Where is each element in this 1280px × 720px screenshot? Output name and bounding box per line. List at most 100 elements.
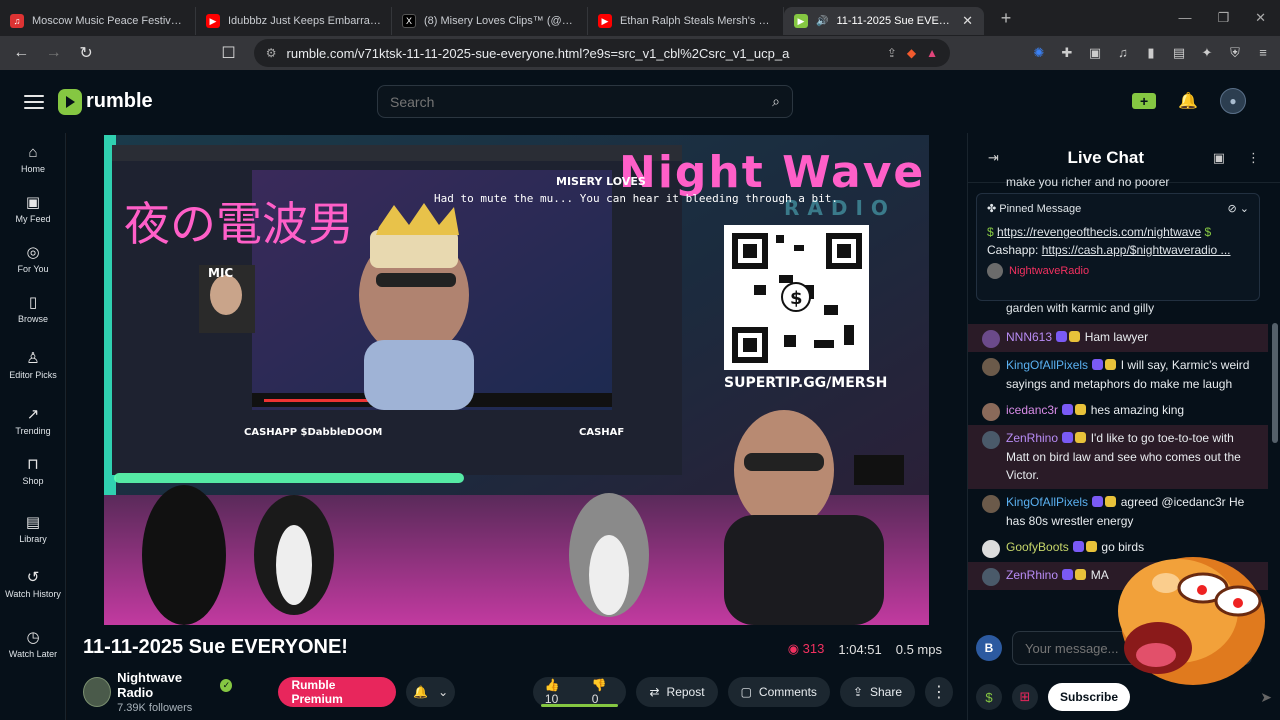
chat-username[interactable]: GoofyBoots bbox=[1006, 540, 1069, 554]
close-window-icon[interactable]: ✕ bbox=[1255, 10, 1266, 26]
nav-item-my-feed[interactable]: ▣ My Feed bbox=[0, 185, 66, 235]
comments-button[interactable]: ▢ Comments bbox=[727, 677, 830, 707]
supporter-badge-icon bbox=[1105, 495, 1117, 507]
hide-icon[interactable]: ⊘ bbox=[1228, 203, 1237, 215]
rumble-logo[interactable]: rumble bbox=[58, 88, 153, 115]
search-icon[interactable]: ⌕ bbox=[772, 93, 780, 110]
channel-avatar[interactable] bbox=[83, 677, 112, 707]
share-label: Share bbox=[870, 685, 903, 699]
media-icon[interactable]: ♫ bbox=[1114, 45, 1132, 61]
nav-item-browse[interactable]: ▯ Browse bbox=[0, 285, 66, 335]
maximize-icon[interactable]: ❐ bbox=[1217, 10, 1229, 26]
share-button[interactable]: ⇪ Share bbox=[839, 677, 916, 707]
chat-username[interactable]: ZenRhino bbox=[1006, 568, 1058, 582]
chat-message-body: NNN613 Ham lawyer bbox=[1006, 328, 1148, 348]
chat-username[interactable]: KingOfAllPixels bbox=[1006, 358, 1088, 372]
clock-icon: ◷ bbox=[26, 628, 40, 646]
puzzle-icon[interactable]: ✚ bbox=[1058, 45, 1076, 61]
site-settings-icon[interactable]: ⚙ bbox=[266, 46, 277, 60]
repost-button[interactable]: ⇄ Repost bbox=[636, 677, 718, 707]
browser-tab[interactable]: ▶ Idubbbz Just Keeps Embarrassing Hi bbox=[196, 7, 392, 35]
brave-rewards-icon[interactable]: ▲ bbox=[926, 46, 938, 60]
nav-label: Watch History bbox=[5, 589, 61, 600]
leo-icon[interactable]: ✦ bbox=[1198, 45, 1216, 61]
dislike-button[interactable]: 👎 0 bbox=[592, 678, 615, 706]
go-live-icon[interactable]: + bbox=[1132, 93, 1157, 109]
for-you-icon: ◎ bbox=[26, 243, 40, 261]
chat-user-avatar[interactable] bbox=[982, 540, 1000, 559]
browser-tab[interactable]: ▶ Ethan Ralph Steals Mersh's "Leftover bbox=[588, 7, 784, 35]
chat-user-avatar[interactable] bbox=[982, 494, 1000, 513]
notifications-icon[interactable]: 🔔 bbox=[1178, 91, 1198, 111]
video-duration: 1:04:51 bbox=[838, 641, 882, 657]
nav-label: Browse bbox=[17, 314, 48, 325]
chat-username[interactable]: NNN613 bbox=[1006, 330, 1052, 344]
chat-scrollbar[interactable] bbox=[1272, 323, 1278, 443]
subscriber-badge-icon bbox=[1056, 331, 1068, 342]
nav-item-editor-picks[interactable]: ♙ Editor Picks bbox=[0, 335, 66, 397]
more-options-icon[interactable]: ⋮ bbox=[925, 677, 953, 707]
extension-icon[interactable]: ✺ bbox=[1030, 45, 1048, 61]
notify-button[interactable]: 🔔 ⌄ bbox=[406, 677, 455, 707]
nav-item-home[interactable]: ⌂ Home bbox=[0, 135, 66, 185]
sidebar-icon[interactable]: ▮ bbox=[1142, 45, 1160, 61]
channel-name[interactable]: Nightwave Radio bbox=[117, 670, 214, 700]
new-tab-button[interactable]: + bbox=[992, 8, 1020, 29]
pinned-cashapp-link[interactable]: https://cash.app/$nightwaveradio ... bbox=[1042, 243, 1231, 257]
nav-item-for-you[interactable]: ◎ For You bbox=[0, 235, 66, 285]
reload-button[interactable]: ↻ bbox=[73, 39, 99, 67]
chat-username[interactable]: KingOfAllPixels bbox=[1006, 495, 1088, 509]
address-bar[interactable]: ⚙ rumble.com/v71ktsk-11-11-2025-sue-ever… bbox=[253, 39, 950, 67]
browser-tab[interactable]: ♫ Moscow Music Peace Festival - 1 bbox=[0, 7, 196, 35]
overlay-cashapp-2: CASHAF bbox=[579, 427, 624, 438]
menu-icon[interactable]: ≡ bbox=[1254, 45, 1272, 61]
chat-username[interactable]: ZenRhino bbox=[1006, 431, 1058, 445]
chat-menu-icon[interactable]: ⋮ bbox=[1247, 150, 1260, 166]
browser-toolbar: ← → ↻ ☐ ⚙ rumble.com/v71ktsk-11-11-2025-… bbox=[0, 36, 1280, 70]
nav-item-shop[interactable]: ⊓ Shop bbox=[0, 447, 66, 497]
rant-icon[interactable]: $ bbox=[976, 684, 1002, 710]
chat-user-avatar[interactable] bbox=[982, 330, 1000, 348]
nav-item-watch-history[interactable]: ↺ Watch History bbox=[0, 555, 66, 615]
nav-item-watch-later[interactable]: ◷ Watch Later bbox=[0, 615, 66, 675]
bookmark-icon[interactable]: ☐ bbox=[215, 39, 241, 67]
chat-user-avatar[interactable] bbox=[982, 358, 1000, 376]
pinned-link[interactable]: https://revengeofthecis.com/nightwave bbox=[997, 225, 1201, 239]
chat-text: Ham lawyer bbox=[1084, 330, 1149, 344]
nav-item-library[interactable]: ▤ Library bbox=[0, 505, 66, 555]
chevron-down-icon[interactable]: ⌄ bbox=[1240, 203, 1249, 215]
verified-icon: ✓ bbox=[220, 678, 233, 692]
browser-tab-active[interactable]: ▶ 🔊 11-11-2025 Sue EVERYONE! ✕ bbox=[784, 7, 984, 35]
rumble-premium-button[interactable]: Rumble Premium bbox=[278, 677, 397, 707]
close-icon[interactable]: ✕ bbox=[962, 13, 973, 29]
hamburger-menu-icon[interactable] bbox=[24, 91, 44, 113]
x-icon: X bbox=[402, 14, 416, 28]
user-avatar[interactable]: ● bbox=[1220, 88, 1246, 114]
share-icon[interactable]: ⇪ bbox=[887, 46, 897, 60]
forward-button[interactable]: → bbox=[40, 39, 66, 67]
wallet-icon[interactable]: ▤ bbox=[1170, 45, 1188, 61]
chat-user-avatar[interactable] bbox=[982, 403, 1000, 422]
nav-item-trending[interactable]: ↗ Trending bbox=[0, 397, 66, 447]
minimize-icon[interactable]: — bbox=[1178, 10, 1191, 26]
like-button[interactable]: 👍 10 bbox=[545, 678, 574, 706]
chat-user-avatar[interactable] bbox=[982, 431, 1000, 450]
back-button[interactable]: ← bbox=[8, 39, 34, 67]
browser-tab[interactable]: X (8) Misery Loves Clips™ (@MiseryClip bbox=[392, 7, 588, 35]
gift-icon[interactable]: ⊞ bbox=[1012, 684, 1038, 710]
pinned-author[interactable]: NightwaveRadio bbox=[1009, 265, 1089, 277]
search-input[interactable] bbox=[390, 93, 773, 110]
screenshot-icon[interactable]: ▣ bbox=[1086, 45, 1104, 61]
collapse-chat-icon[interactable]: ⇥ bbox=[988, 150, 999, 166]
music-icon: ♫ bbox=[10, 14, 24, 28]
subscriber-badge-icon bbox=[1062, 569, 1074, 581]
chat-user-avatar: B bbox=[976, 635, 1002, 661]
brave-shield-icon[interactable]: ◆ bbox=[907, 46, 916, 60]
send-icon[interactable]: ➤ bbox=[1260, 689, 1272, 706]
popout-chat-icon[interactable]: ▣ bbox=[1213, 150, 1225, 166]
chat-username[interactable]: icedanc3r bbox=[1006, 403, 1058, 417]
video-player[interactable]: 夜の電波男 Night Wave RADIO $ SUPERTIP.GG/MER… bbox=[104, 135, 929, 625]
browser-tabstrip: ♫ Moscow Music Peace Festival - 1 ▶ Idubbb… bbox=[0, 0, 1280, 36]
chat-user-avatar[interactable] bbox=[982, 568, 1000, 587]
vpn-icon[interactable]: ⛨ bbox=[1226, 45, 1244, 61]
